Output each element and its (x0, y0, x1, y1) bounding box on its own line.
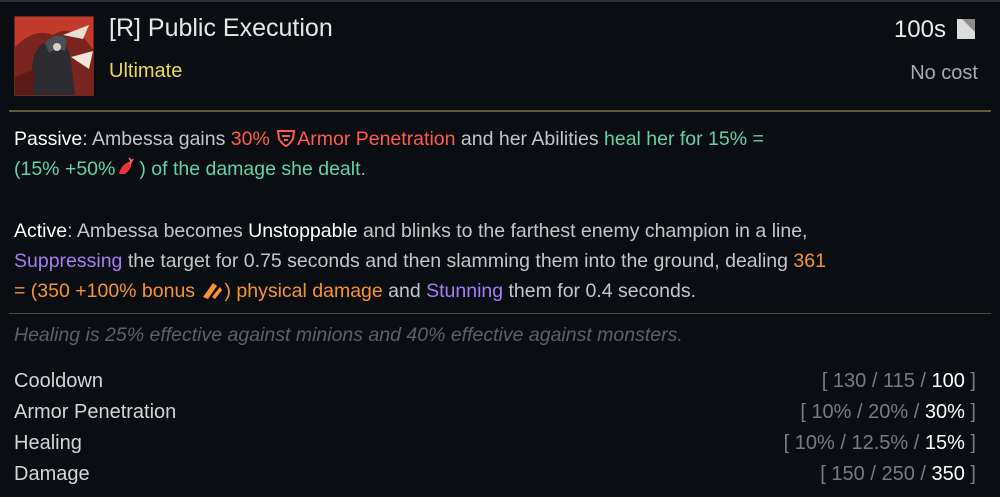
active-label: Active (14, 220, 68, 242)
stat-name: Damage (14, 463, 90, 485)
stat-rank-2: 115 (882, 370, 915, 392)
unstoppable-term: Unstoppable (248, 220, 358, 242)
header-divider (9, 110, 991, 112)
armor-penetration-term: Armor Penetration (297, 128, 456, 150)
bonus-attack-damage-icon (203, 283, 223, 299)
stat-row-cooldown: Cooldown [ 130 / 115 / 100 ] (14, 366, 976, 397)
stat-name: Cooldown (14, 370, 103, 392)
ability-tooltip: [R] Public Execution Ultimate 100s No co… (0, 0, 1000, 497)
active-text-2: and blinks to the farthest enemy champio… (357, 220, 808, 242)
stat-rank-1: 150 (831, 463, 865, 485)
passive-text-1: : Ambessa gains (82, 128, 231, 150)
active-description: Active: Ambessa becomes Unstoppable and … (14, 216, 980, 306)
passive-label: Passive (14, 128, 83, 150)
rank-stats: Cooldown [ 130 / 115 / 100 ] Armor Penet… (14, 366, 976, 490)
active-text-4: and (382, 280, 427, 302)
heal-formula-end: ) of the damage she dealt. (139, 158, 366, 180)
stat-rank-1: 10% (794, 432, 835, 454)
stat-rank-1: 130 (832, 370, 867, 392)
armor-penetration-icon (277, 130, 296, 148)
physical-damage-term: ) physical damage (224, 280, 383, 302)
stat-name: Healing (14, 432, 82, 454)
notes-divider (9, 313, 991, 314)
stat-rank-3: 350 (931, 463, 965, 485)
damage-value: 361 (793, 250, 826, 272)
stat-values: [ 130 / 115 / 100 ] (821, 370, 976, 392)
stat-values: [ 150 / 250 / 350 ] (820, 463, 976, 485)
stat-values: [ 10% / 20% / 30% ] (800, 401, 976, 423)
tooltip-header: [R] Public Execution Ultimate 100s No co… (0, 2, 1000, 110)
ability-cost: No cost (910, 62, 978, 84)
stat-row-armor-penetration: Armor Penetration [ 10% / 20% / 30% ] (14, 397, 976, 428)
stat-rank-2: 12.5% (851, 432, 909, 454)
stunning-term: Stunning (426, 280, 504, 302)
stat-row-healing: Healing [ 10% / 12.5% / 15% ] (14, 428, 976, 459)
active-text-5: them for 0.4 seconds. (503, 280, 697, 302)
cooldown-icon (957, 19, 975, 39)
stat-rank-1: 10% (811, 401, 852, 423)
damage-formula: = (350 +100% bonus (14, 280, 201, 302)
stat-name: Armor Penetration (14, 401, 177, 423)
suppressing-term: Suppressing (14, 250, 123, 272)
stat-row-damage: Damage [ 150 / 250 / 350 ] (14, 459, 976, 490)
stat-rank-3: 15% (924, 432, 965, 454)
ability-title: [R] Public Execution (109, 14, 333, 42)
stat-rank-2: 20% (868, 401, 909, 423)
stat-rank-3: 100 (931, 370, 965, 392)
heal-formula: (15% +50% (14, 158, 116, 180)
stat-rank-3: 30% (924, 401, 965, 423)
active-text-1: : Ambessa becomes (67, 220, 249, 242)
healing-note: Healing is 25% effective against minions… (14, 324, 683, 346)
active-text-3: the target for 0.75 seconds and then sla… (122, 250, 794, 272)
heal-text: heal her for 15% = (604, 128, 764, 150)
armor-pen-percent: 30% (230, 128, 270, 150)
stat-rank-2: 250 (881, 463, 915, 485)
ability-portrait-icon (14, 16, 94, 96)
ability-type: Ultimate (109, 60, 183, 82)
passive-description: Passive: Ambessa gains 30% Armor Penetra… (14, 124, 980, 184)
cooldown-value: 100s (893, 16, 946, 43)
stat-values: [ 10% / 12.5% / 15% ] (783, 432, 976, 454)
passive-text-2: and her Abilities (455, 128, 604, 150)
omnivamp-icon (119, 157, 135, 174)
